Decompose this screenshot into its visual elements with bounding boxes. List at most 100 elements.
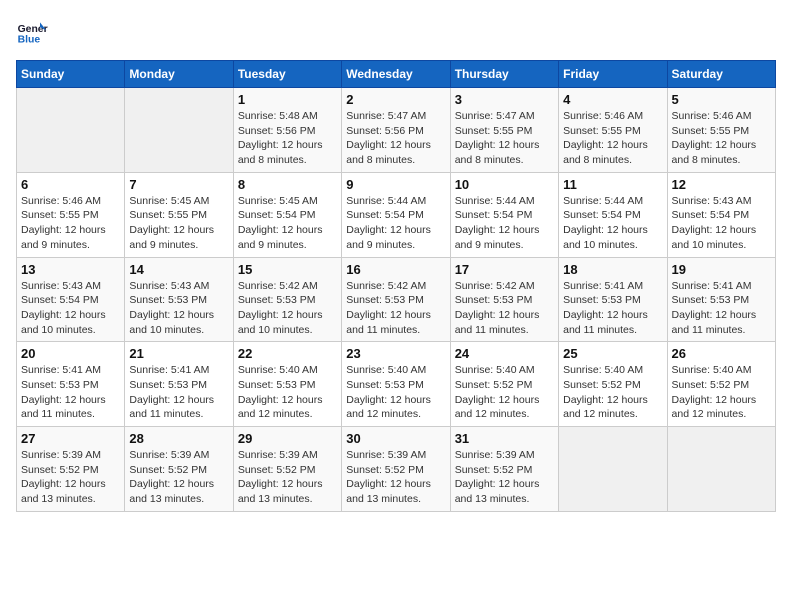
day-info: Sunrise: 5:39 AM Sunset: 5:52 PM Dayligh… (21, 448, 120, 507)
day-cell: 19 Sunrise: 5:41 AM Sunset: 5:53 PM Dayli… (667, 257, 775, 342)
day-info: Sunrise: 5:47 AM Sunset: 5:56 PM Dayligh… (346, 109, 445, 168)
day-number: 31 (455, 431, 554, 446)
page-header: General Blue (16, 16, 776, 48)
day-info: Sunrise: 5:39 AM Sunset: 5:52 PM Dayligh… (346, 448, 445, 507)
day-number: 15 (238, 262, 337, 277)
day-number: 9 (346, 177, 445, 192)
day-cell (667, 427, 775, 512)
day-cell: 29 Sunrise: 5:39 AM Sunset: 5:52 PM Dayli… (233, 427, 341, 512)
day-cell: 12Sunrise: 5:43 AM Sunset: 5:54 PM Dayli… (667, 172, 775, 257)
day-number: 1 (238, 92, 337, 107)
header-cell-saturday: Saturday (667, 61, 775, 88)
calendar-body: 1 Sunrise: 5:48 AM Sunset: 5:56 PM Daylig… (17, 88, 776, 512)
day-number: 17 (455, 262, 554, 277)
day-info: Sunrise: 5:44 AM Sunset: 5:54 PM Dayligh… (563, 194, 662, 253)
day-info: Sunrise: 5:42 AM Sunset: 5:53 PM Dayligh… (346, 279, 445, 338)
day-number: 2 (346, 92, 445, 107)
header-cell-friday: Friday (559, 61, 667, 88)
day-info: Sunrise: 5:41 AM Sunset: 5:53 PM Dayligh… (563, 279, 662, 338)
logo: General Blue (16, 16, 48, 48)
header-cell-wednesday: Wednesday (342, 61, 450, 88)
day-cell: 5Sunrise: 5:46 AM Sunset: 5:55 PM Daylig… (667, 88, 775, 173)
logo-icon: General Blue (16, 16, 48, 48)
day-number: 4 (563, 92, 662, 107)
day-cell: 9Sunrise: 5:44 AM Sunset: 5:54 PM Daylig… (342, 172, 450, 257)
day-info: Sunrise: 5:39 AM Sunset: 5:52 PM Dayligh… (129, 448, 228, 507)
calendar-header: SundayMondayTuesdayWednesdayThursdayFrid… (17, 61, 776, 88)
day-info: Sunrise: 5:42 AM Sunset: 5:53 PM Dayligh… (455, 279, 554, 338)
day-cell: 6 Sunrise: 5:46 AM Sunset: 5:55 PM Daylig… (17, 172, 125, 257)
calendar-table: SundayMondayTuesdayWednesdayThursdayFrid… (16, 60, 776, 512)
day-number: 8 (238, 177, 337, 192)
day-cell: 7 Sunrise: 5:45 AM Sunset: 5:55 PM Daylig… (125, 172, 233, 257)
day-number: 28 (129, 431, 228, 446)
week-row-4: 20 Sunrise: 5:41 AM Sunset: 5:53 PM Dayli… (17, 342, 776, 427)
day-info: Sunrise: 5:40 AM Sunset: 5:53 PM Dayligh… (346, 363, 445, 422)
day-cell: 25Sunrise: 5:40 AM Sunset: 5:52 PM Dayli… (559, 342, 667, 427)
day-cell: 16Sunrise: 5:42 AM Sunset: 5:53 PM Dayli… (342, 257, 450, 342)
day-number: 29 (238, 431, 337, 446)
day-cell (125, 88, 233, 173)
day-info: Sunrise: 5:39 AM Sunset: 5:52 PM Dayligh… (238, 448, 337, 507)
day-cell: 2 Sunrise: 5:47 AM Sunset: 5:56 PM Daylig… (342, 88, 450, 173)
header-cell-monday: Monday (125, 61, 233, 88)
day-number: 10 (455, 177, 554, 192)
day-info: Sunrise: 5:48 AM Sunset: 5:56 PM Dayligh… (238, 109, 337, 168)
day-info: Sunrise: 5:39 AM Sunset: 5:52 PM Dayligh… (455, 448, 554, 507)
day-info: Sunrise: 5:45 AM Sunset: 5:55 PM Dayligh… (129, 194, 228, 253)
day-cell (17, 88, 125, 173)
day-number: 3 (455, 92, 554, 107)
day-number: 22 (238, 346, 337, 361)
day-info: Sunrise: 5:43 AM Sunset: 5:53 PM Dayligh… (129, 279, 228, 338)
day-cell: 10Sunrise: 5:44 AM Sunset: 5:54 PM Dayli… (450, 172, 558, 257)
day-number: 14 (129, 262, 228, 277)
day-info: Sunrise: 5:46 AM Sunset: 5:55 PM Dayligh… (563, 109, 662, 168)
day-cell: 28 Sunrise: 5:39 AM Sunset: 5:52 PM Dayli… (125, 427, 233, 512)
day-info: Sunrise: 5:43 AM Sunset: 5:54 PM Dayligh… (21, 279, 120, 338)
day-cell: 3 Sunrise: 5:47 AM Sunset: 5:55 PM Daylig… (450, 88, 558, 173)
day-number: 13 (21, 262, 120, 277)
day-cell: 4 Sunrise: 5:46 AM Sunset: 5:55 PM Daylig… (559, 88, 667, 173)
day-number: 20 (21, 346, 120, 361)
day-number: 19 (672, 262, 771, 277)
day-cell: 26 Sunrise: 5:40 AM Sunset: 5:52 PM Dayli… (667, 342, 775, 427)
day-cell (559, 427, 667, 512)
day-info: Sunrise: 5:47 AM Sunset: 5:55 PM Dayligh… (455, 109, 554, 168)
svg-text:Blue: Blue (18, 34, 41, 45)
day-cell: 23 Sunrise: 5:40 AM Sunset: 5:53 PM Dayli… (342, 342, 450, 427)
day-info: Sunrise: 5:46 AM Sunset: 5:55 PM Dayligh… (672, 109, 771, 168)
day-info: Sunrise: 5:40 AM Sunset: 5:52 PM Dayligh… (672, 363, 771, 422)
day-cell: 15Sunrise: 5:42 AM Sunset: 5:53 PM Dayli… (233, 257, 341, 342)
day-cell: 22Sunrise: 5:40 AM Sunset: 5:53 PM Dayli… (233, 342, 341, 427)
day-info: Sunrise: 5:41 AM Sunset: 5:53 PM Dayligh… (21, 363, 120, 422)
day-cell: 21Sunrise: 5:41 AM Sunset: 5:53 PM Dayli… (125, 342, 233, 427)
day-info: Sunrise: 5:41 AM Sunset: 5:53 PM Dayligh… (672, 279, 771, 338)
day-cell: 24 Sunrise: 5:40 AM Sunset: 5:52 PM Dayli… (450, 342, 558, 427)
day-cell: 17 Sunrise: 5:42 AM Sunset: 5:53 PM Dayli… (450, 257, 558, 342)
day-info: Sunrise: 5:46 AM Sunset: 5:55 PM Dayligh… (21, 194, 120, 253)
day-cell: 30 Sunrise: 5:39 AM Sunset: 5:52 PM Dayli… (342, 427, 450, 512)
week-row-5: 27 Sunrise: 5:39 AM Sunset: 5:52 PM Dayli… (17, 427, 776, 512)
day-number: 11 (563, 177, 662, 192)
day-number: 7 (129, 177, 228, 192)
day-number: 26 (672, 346, 771, 361)
day-number: 23 (346, 346, 445, 361)
header-cell-tuesday: Tuesday (233, 61, 341, 88)
svg-text:General: General (18, 24, 48, 35)
day-cell: 31 Sunrise: 5:39 AM Sunset: 5:52 PM Dayli… (450, 427, 558, 512)
day-cell: 27 Sunrise: 5:39 AM Sunset: 5:52 PM Dayli… (17, 427, 125, 512)
day-number: 6 (21, 177, 120, 192)
week-row-2: 6 Sunrise: 5:46 AM Sunset: 5:55 PM Daylig… (17, 172, 776, 257)
week-row-1: 1 Sunrise: 5:48 AM Sunset: 5:56 PM Daylig… (17, 88, 776, 173)
header-cell-sunday: Sunday (17, 61, 125, 88)
day-cell: 14 Sunrise: 5:43 AM Sunset: 5:53 PM Dayli… (125, 257, 233, 342)
day-number: 27 (21, 431, 120, 446)
day-cell: 20 Sunrise: 5:41 AM Sunset: 5:53 PM Dayli… (17, 342, 125, 427)
day-cell: 1 Sunrise: 5:48 AM Sunset: 5:56 PM Daylig… (233, 88, 341, 173)
day-number: 30 (346, 431, 445, 446)
day-number: 24 (455, 346, 554, 361)
week-row-3: 13 Sunrise: 5:43 AM Sunset: 5:54 PM Dayli… (17, 257, 776, 342)
day-info: Sunrise: 5:41 AM Sunset: 5:53 PM Dayligh… (129, 363, 228, 422)
day-info: Sunrise: 5:40 AM Sunset: 5:52 PM Dayligh… (455, 363, 554, 422)
day-number: 18 (563, 262, 662, 277)
